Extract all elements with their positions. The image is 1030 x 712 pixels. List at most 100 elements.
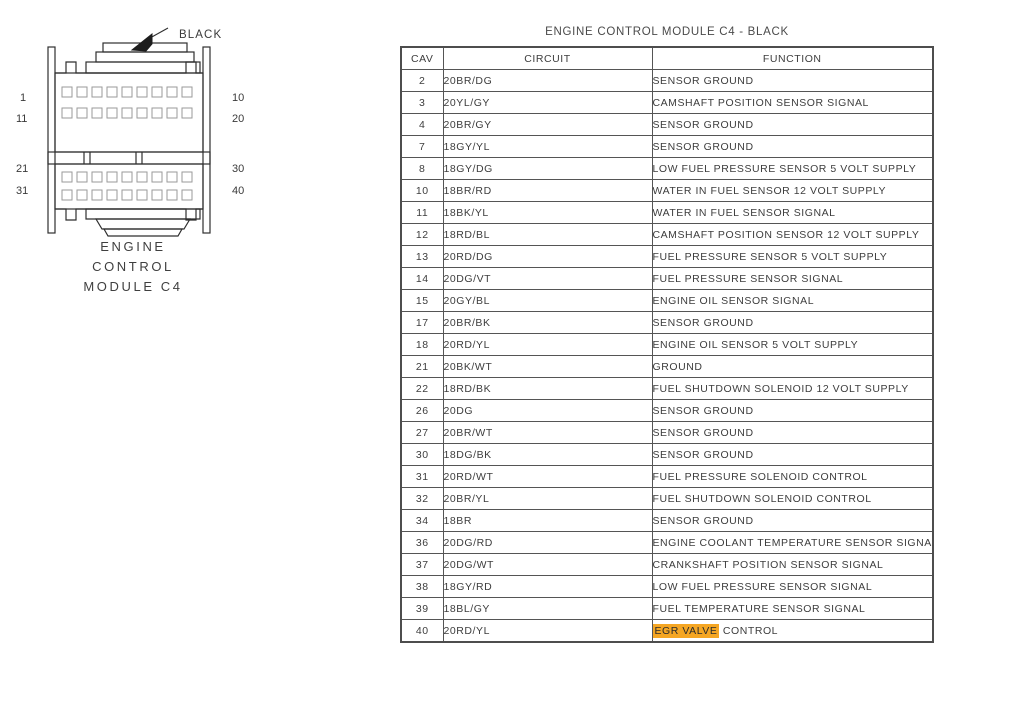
table-row: 3 20YL/GY CAMSHAFT POSITION SENSOR SIGNAL xyxy=(400,91,934,114)
pin-square xyxy=(166,189,178,201)
caption-line-3: MODULE C4 xyxy=(83,279,183,294)
cell-circuit: 18GY/YL xyxy=(442,135,653,158)
column-header-cav: CAV xyxy=(400,46,444,70)
latch-bottom-mid xyxy=(94,218,192,230)
pin-square xyxy=(61,86,73,98)
cell-cav: 32 xyxy=(400,487,444,510)
cell-cav: 14 xyxy=(400,267,444,290)
cell-cav: 11 xyxy=(400,201,444,224)
callout-label: BLACK xyxy=(179,29,222,41)
cell-cav: 22 xyxy=(400,377,444,400)
cell-function: ENGINE COOLANT TEMPERATURE SENSOR SIGNAL xyxy=(651,531,934,554)
table-row: 30 18DG/BK SENSOR GROUND xyxy=(400,443,934,466)
pin-label-31: 31 xyxy=(16,185,28,197)
cell-function: EGR VALVE CONTROL xyxy=(651,619,934,643)
cell-circuit: 18BR xyxy=(442,509,653,532)
cell-cav: 3 xyxy=(400,91,444,114)
connector-figure: BLACK 1 10 11 20 21 30 31 40 ENGINE CONT… xyxy=(0,0,380,320)
pin-square xyxy=(106,86,118,98)
pin-square xyxy=(166,171,178,183)
cell-circuit: 20DG/RD xyxy=(442,531,653,554)
cell-cav: 21 xyxy=(400,355,444,378)
cell-function: FUEL TEMPERATURE SENSOR SIGNAL xyxy=(651,597,934,620)
cell-circuit: 18GY/DG xyxy=(442,157,653,180)
cell-cav: 27 xyxy=(400,421,444,444)
table-row: 38 18GY/RD LOW FUEL PRESSURE SENSOR SIGNAL xyxy=(400,575,934,598)
cell-function: SENSOR GROUND xyxy=(651,311,934,334)
cell-function: LOW FUEL PRESSURE SENSOR SIGNAL xyxy=(651,575,934,598)
pin-square xyxy=(106,189,118,201)
cell-cav: 30 xyxy=(400,443,444,466)
cell-circuit: 18DG/BK xyxy=(442,443,653,466)
cell-cav: 8 xyxy=(400,157,444,180)
cell-circuit: 18BK/YL xyxy=(442,201,653,224)
pin-label-30: 30 xyxy=(232,163,244,175)
cell-function: SENSOR GROUND xyxy=(651,421,934,444)
cell-function: SENSOR GROUND xyxy=(651,509,934,532)
pin-label-21: 21 xyxy=(16,163,28,175)
cell-circuit: 18BL/GY xyxy=(442,597,653,620)
cell-function: ENGINE OIL SENSOR 5 VOLT SUPPLY xyxy=(651,333,934,356)
table-row: 8 18GY/DG LOW FUEL PRESSURE SENSOR 5 VOLT … xyxy=(400,157,934,180)
table-row: 14 20DG/VT FUEL PRESSURE SENSOR SIGNAL xyxy=(400,267,934,290)
pin-square xyxy=(106,107,118,119)
cell-cav: 17 xyxy=(400,311,444,334)
pin-square xyxy=(106,171,118,183)
cell-cav: 12 xyxy=(400,223,444,246)
table-row: 22 18RD/BK FUEL SHUTDOWN SOLENOID 12 VOLT … xyxy=(400,377,934,400)
pin-square xyxy=(181,189,193,201)
latch-bottom-base xyxy=(85,208,201,220)
cell-cav: 39 xyxy=(400,597,444,620)
cell-circuit: 20BR/WT xyxy=(442,421,653,444)
table-row: 39 18BL/GY FUEL TEMPERATURE SENSOR SIGNAL xyxy=(400,597,934,620)
pin-square xyxy=(151,171,163,183)
cell-cav: 38 xyxy=(400,575,444,598)
cell-cav: 40 xyxy=(400,619,444,643)
cell-function: FUEL SHUTDOWN SOLENOID CONTROL xyxy=(651,487,934,510)
cell-cav: 31 xyxy=(400,465,444,488)
pin-square xyxy=(181,107,193,119)
latch-top-base xyxy=(85,61,201,74)
table-row: 12 18RD/BL CAMSHAFT POSITION SENSOR 12 VOL… xyxy=(400,223,934,246)
cell-cav: 13 xyxy=(400,245,444,268)
cell-circuit: 20GY/BL xyxy=(442,289,653,312)
pin-square xyxy=(76,171,88,183)
cell-function: FUEL PRESSURE SENSOR 5 VOLT SUPPLY xyxy=(651,245,934,268)
cell-circuit: 20RD/YL xyxy=(442,619,653,643)
cell-circuit: 18BR/RD xyxy=(442,179,653,202)
connector-bottom-shoulder xyxy=(55,208,203,221)
pin-square xyxy=(121,171,133,183)
pin-square xyxy=(91,107,103,119)
pin-square xyxy=(91,189,103,201)
highlighted-term: EGR VALVE xyxy=(653,623,720,638)
latch-top-mid xyxy=(95,51,195,63)
cell-cav: 18 xyxy=(400,333,444,356)
table-row: 7 18GY/YL SENSOR GROUND xyxy=(400,135,934,158)
connector-lower-housing xyxy=(54,163,204,210)
cell-circuit: 20RD/DG xyxy=(442,245,653,268)
table-row: 13 20RD/DG FUEL PRESSURE SENSOR 5 VOLT SUP… xyxy=(400,245,934,268)
cell-function: CAMSHAFT POSITION SENSOR 12 VOLT SUPPLY xyxy=(651,223,934,246)
cell-cav: 7 xyxy=(400,135,444,158)
cell-circuit: 18GY/RD xyxy=(442,575,653,598)
table-row: 4 20BR/GY SENSOR GROUND xyxy=(400,113,934,136)
pin-square xyxy=(181,86,193,98)
table-row: 27 20BR/WT SENSOR GROUND xyxy=(400,421,934,444)
cell-function: FUEL SHUTDOWN SOLENOID 12 VOLT SUPPLY xyxy=(651,377,934,400)
cell-function: GROUND xyxy=(651,355,934,378)
table-row: 31 20RD/WT FUEL PRESSURE SOLENOID CONTROL xyxy=(400,465,934,488)
cell-circuit: 18RD/BL xyxy=(442,223,653,246)
cell-circuit: 20BR/BK xyxy=(442,311,653,334)
pin-square xyxy=(76,86,88,98)
table-row: 37 20DG/WT CRANKSHAFT POSITION SENSOR SIGN… xyxy=(400,553,934,576)
cell-cav: 4 xyxy=(400,113,444,136)
cell-cav: 10 xyxy=(400,179,444,202)
table-title: ENGINE CONTROL MODULE C4 - BLACK xyxy=(545,26,789,38)
cell-circuit: 20BK/WT xyxy=(442,355,653,378)
table-row: 36 20DG/RD ENGINE COOLANT TEMPERATURE SENS… xyxy=(400,531,934,554)
cell-function: FUEL PRESSURE SENSOR SIGNAL xyxy=(651,267,934,290)
cell-function: ENGINE OIL SENSOR SIGNAL xyxy=(651,289,934,312)
cell-circuit: 20DG/VT xyxy=(442,267,653,290)
table-row: 10 18BR/RD WATER IN FUEL SENSOR 12 VOLT SU… xyxy=(400,179,934,202)
cell-function: WATER IN FUEL SENSOR 12 VOLT SUPPLY xyxy=(651,179,934,202)
